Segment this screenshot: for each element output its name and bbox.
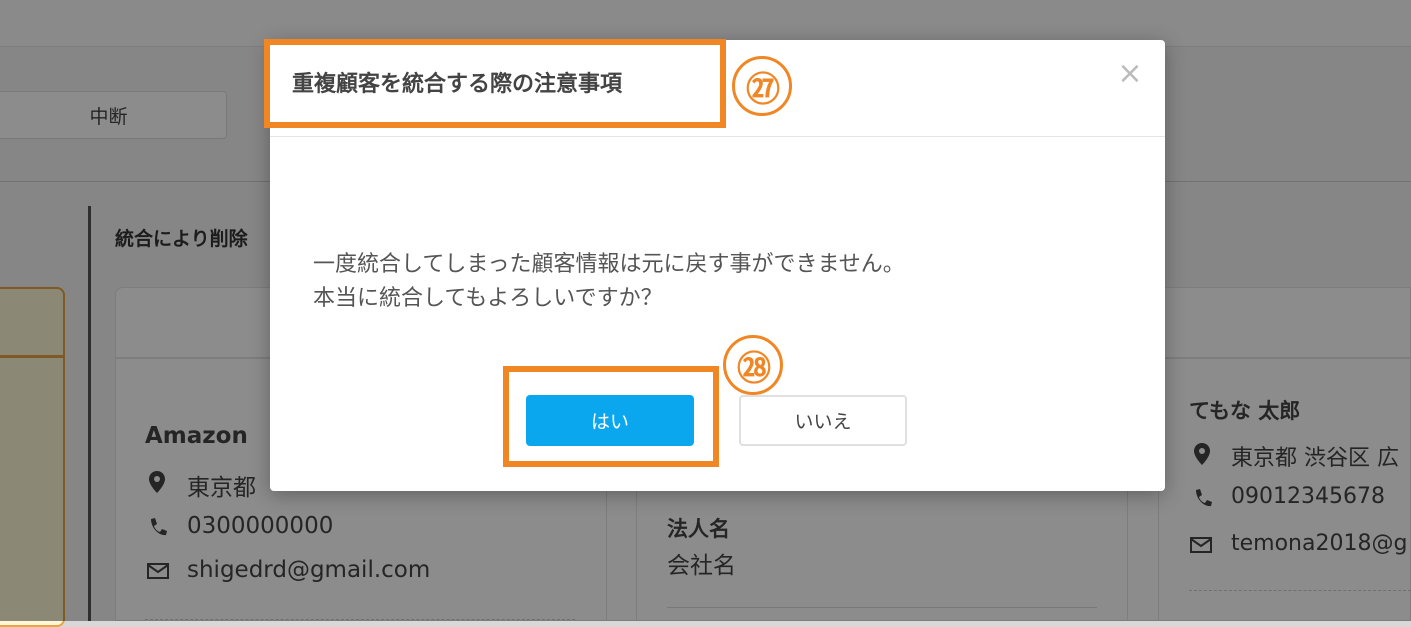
modal-message: 一度統合してしまった顧客情報は元に戻す事ができません。 本当に統合してもよろしい… (313, 248, 905, 316)
message-line-1: 一度統合してしまった顧客情報は元に戻す事ができません。 (313, 252, 905, 277)
cancel-no-button[interactable]: いいえ (739, 395, 907, 446)
message-line-2: 本当に統合してもよろしいですか？ (313, 286, 663, 311)
step-marker-28: ㉘ (723, 335, 783, 395)
modal-header-divider (270, 136, 1165, 137)
yes-button-highlight-box (503, 366, 719, 467)
step-marker-27: ㉗ (732, 56, 792, 116)
title-highlight-box (264, 39, 726, 128)
close-icon[interactable]: × (1116, 58, 1144, 90)
